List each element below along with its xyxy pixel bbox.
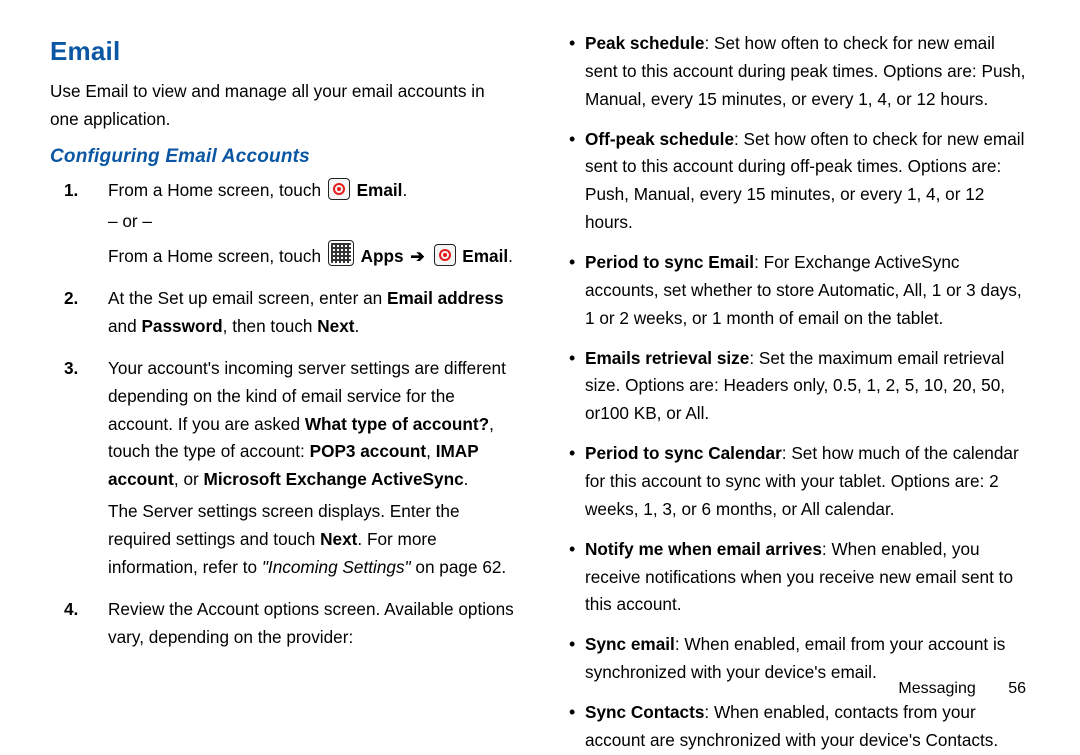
- bold-term: Next: [317, 316, 354, 336]
- option-title: Emails retrieval size: [585, 348, 749, 368]
- step-number: 4.: [50, 596, 108, 624]
- bold-term: POP3 account: [310, 441, 427, 461]
- text: .: [402, 180, 407, 200]
- step-body: Your account's incoming server settings …: [108, 355, 517, 586]
- option-period-sync-email: Period to sync Email: For Exchange Activ…: [563, 249, 1030, 333]
- email-icon: [328, 178, 350, 200]
- apps-icon: [328, 240, 354, 266]
- cross-reference: "Incoming Settings": [262, 557, 411, 577]
- step-body: From a Home screen, touch Email. – or – …: [108, 177, 517, 276]
- step-body: At the Set up email screen, enter an Ema…: [108, 285, 517, 345]
- option-title: Period to sync Calendar: [585, 443, 782, 463]
- option-title: Notify me when email arrives: [585, 539, 822, 559]
- text: ,: [426, 441, 436, 461]
- text: on page 62.: [411, 557, 507, 577]
- right-column: Peak schedule: Set how often to check fo…: [563, 30, 1030, 700]
- text: At the Set up email screen, enter an: [108, 288, 387, 308]
- text: .: [464, 469, 469, 489]
- option-title: Off-peak schedule: [585, 129, 734, 149]
- options-bullet-list: Peak schedule: Set how often to check fo…: [563, 30, 1030, 755]
- footer-page-number: 56: [1008, 680, 1026, 697]
- manual-page: Email Use Email to view and manage all y…: [0, 0, 1080, 720]
- option-peak-schedule: Peak schedule: Set how often to check fo…: [563, 30, 1030, 114]
- text: , then touch: [223, 316, 318, 336]
- or-separator: – or –: [108, 208, 517, 236]
- email-app-label: Email: [462, 246, 508, 266]
- text: , or: [174, 469, 204, 489]
- left-column: Email Use Email to view and manage all y…: [50, 30, 517, 700]
- intro-text: Use Email to view and manage all your em…: [50, 78, 517, 134]
- step-3: 3. Your account's incoming server settin…: [50, 355, 517, 586]
- section-heading: Email: [50, 30, 517, 72]
- step-number: 1.: [50, 177, 108, 205]
- option-title: Period to sync Email: [585, 252, 754, 272]
- email-icon: [434, 244, 456, 266]
- text: .: [508, 246, 513, 266]
- option-retrieval-size: Emails retrieval size: Set the maximum e…: [563, 345, 1030, 429]
- bold-term: Microsoft Exchange ActiveSync: [204, 469, 464, 489]
- text: Review the Account options screen. Avail…: [108, 596, 517, 652]
- option-sync-email: Sync email: When enabled, email from you…: [563, 631, 1030, 687]
- text: From a Home screen, touch: [108, 246, 326, 266]
- bold-term: What type of account?: [305, 414, 489, 434]
- apps-label: Apps: [361, 246, 409, 266]
- step-number: 3.: [50, 355, 108, 383]
- bold-term: Next: [320, 529, 357, 549]
- text: From a Home screen, touch: [108, 180, 326, 200]
- bold-term: Password: [141, 316, 222, 336]
- option-sync-contacts: Sync Contacts: When enabled, contacts fr…: [563, 699, 1030, 755]
- text: .: [355, 316, 360, 336]
- email-app-label: Email: [357, 180, 403, 200]
- option-title: Peak schedule: [585, 33, 704, 53]
- steps-list: 1. From a Home screen, touch Email. – or…: [50, 177, 517, 656]
- option-off-peak-schedule: Off-peak schedule: Set how often to chec…: [563, 126, 1030, 237]
- text: and: [108, 316, 141, 336]
- step-body: Review the Account options screen. Avail…: [108, 596, 517, 656]
- step-4: 4. Review the Account options screen. Av…: [50, 596, 517, 656]
- bold-term: Email address: [387, 288, 504, 308]
- option-title: Sync email: [585, 634, 675, 654]
- option-notify-email: Notify me when email arrives: When enabl…: [563, 536, 1030, 620]
- footer-section: Messaging: [898, 680, 975, 697]
- page-footer: Messaging 56: [898, 680, 1026, 698]
- step-2: 2. At the Set up email screen, enter an …: [50, 285, 517, 345]
- option-period-sync-calendar: Period to sync Calendar: Set how much of…: [563, 440, 1030, 524]
- step-1: 1. From a Home screen, touch Email. – or…: [50, 177, 517, 276]
- arrow-icon: ➔: [410, 246, 424, 266]
- option-title: Sync Contacts: [585, 702, 704, 722]
- step-number: 2.: [50, 285, 108, 313]
- subsection-heading: Configuring Email Accounts: [50, 142, 517, 173]
